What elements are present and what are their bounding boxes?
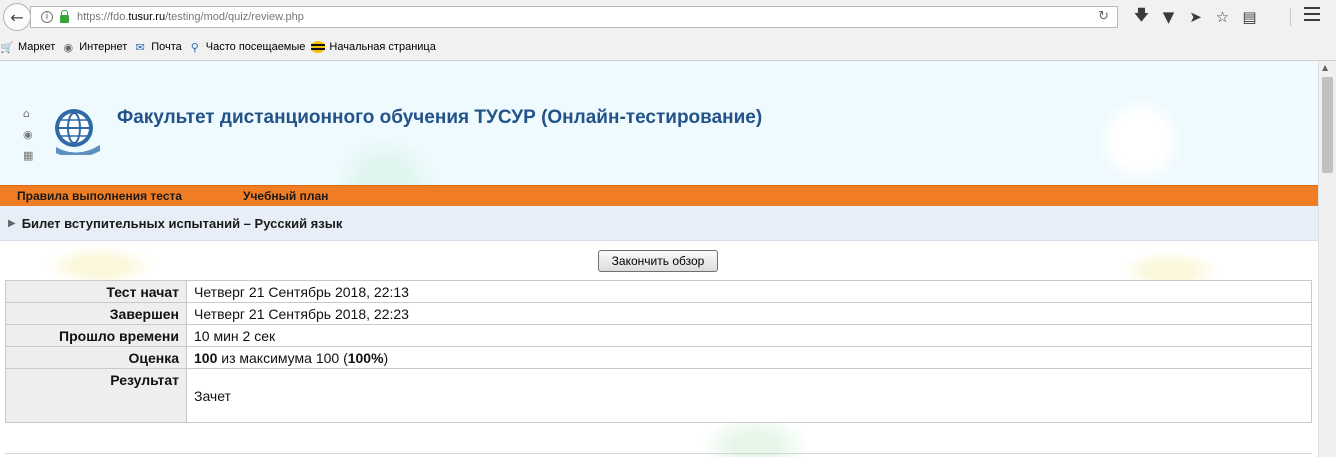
nav-bar: Правила выполнения теста Учебный план xyxy=(0,185,1318,206)
quiz-summary-table: Тест начат Четверг 21 Сентябрь 2018, 22:… xyxy=(5,280,1312,423)
summary-key: Результат xyxy=(5,368,187,423)
globe-icon: ◉ xyxy=(63,40,74,54)
triangle-right-icon: ▶ xyxy=(8,217,16,229)
finish-review-button[interactable]: Закончить обзор xyxy=(598,250,718,272)
site-title: Факультет дистанционного обучения ТУСУР … xyxy=(117,107,763,128)
grade-value: 100 из максимума 100 (100%) xyxy=(186,346,1312,369)
toolbar-separator xyxy=(1290,8,1291,26)
nav-rules-link[interactable]: Правила выполнения теста xyxy=(17,189,182,203)
info-icon[interactable]: i xyxy=(41,11,53,23)
scrollbar-thumb[interactable] xyxy=(1322,77,1333,173)
table-row: Результат Зачет xyxy=(5,368,1312,423)
page-content: ⌂ ◉ ▦ Факультет дистанционного обучения … xyxy=(0,61,1318,457)
summary-value: Четверг 21 Сентябрь 2018, 22:23 xyxy=(186,302,1312,325)
bookmark-label: Часто посещаемые xyxy=(205,41,306,53)
bookmark-internet[interactable]: ◉ Интернет xyxy=(61,40,127,54)
bookmark-label: Начальная страница xyxy=(329,41,436,53)
cart-icon: 🛒 xyxy=(0,40,14,54)
table-row: Прошло времени 10 мин 2 сек xyxy=(5,324,1312,347)
search-icon: ⚲ xyxy=(190,40,199,54)
pocket-icon[interactable]: ▼ xyxy=(1155,6,1182,28)
nav-plan-link[interactable]: Учебный план xyxy=(243,189,328,203)
summary-value: Четверг 21 Сентябрь 2018, 22:13 xyxy=(186,280,1312,303)
scroll-up-icon[interactable]: ▲ xyxy=(1322,63,1328,72)
mail-icon: ✉ xyxy=(135,40,145,54)
summary-key: Прошло времени xyxy=(5,324,187,347)
page-scrollbar[interactable]: ▲ xyxy=(1318,61,1336,457)
send-icon[interactable]: ➤ xyxy=(1182,6,1209,28)
summary-value: 10 мин 2 сек xyxy=(186,324,1312,347)
breadcrumb: ▶ Билет вступительных испытаний – Русски… xyxy=(0,206,1318,241)
summary-key: Завершен xyxy=(5,302,187,325)
star-icon[interactable]: ☆ xyxy=(1209,6,1236,28)
library-icon[interactable]: ▤ xyxy=(1236,6,1263,28)
grade-score: 100 xyxy=(194,349,218,366)
download-icon[interactable]: 🡇 xyxy=(1128,6,1155,28)
bookmark-label: Почта xyxy=(151,41,182,53)
sitemap-icon[interactable]: ▦ xyxy=(23,149,37,170)
grade-text: из максимума 100 ( xyxy=(217,349,348,366)
bookmark-label: Интернет xyxy=(79,41,128,53)
reload-icon[interactable]: ↻ xyxy=(1098,9,1109,24)
grade-percent: 100% xyxy=(347,349,384,366)
side-icons: ⌂ ◉ ▦ xyxy=(23,107,37,170)
table-row: Завершен Четверг 21 Сентябрь 2018, 22:23 xyxy=(5,302,1312,325)
bookmarks-bar: 🛒 Маркет ◉ Интернет ✉ Почта ⚲ Часто посе… xyxy=(0,34,1336,61)
question-box-edge xyxy=(5,453,1312,457)
arrow-left-icon: ← xyxy=(10,7,24,27)
bookmark-home[interactable]: Начальная страница xyxy=(311,40,436,54)
browser-toolbar: ← i https://fdo.tusur.ru/testing/mod/qui… xyxy=(0,0,1336,34)
site-header: ⌂ ◉ ▦ Факультет дистанционного обучения … xyxy=(0,61,1318,231)
table-row: Оценка 100 из максимума 100 (100%) xyxy=(5,346,1312,369)
toolbar-icons: 🡇 ▼ ➤ ☆ ▤ xyxy=(1128,6,1263,28)
lock-icon[interactable]: ◉ xyxy=(23,128,37,149)
grade-text-end: ) xyxy=(383,349,389,366)
breadcrumb-text: Билет вступительных испытаний – Русский … xyxy=(21,215,343,231)
decor-bubble xyxy=(1095,96,1185,186)
back-button[interactable]: ← xyxy=(3,3,31,31)
result-value: Зачет xyxy=(186,368,1312,423)
home-icon[interactable]: ⌂ xyxy=(23,107,37,128)
bookmark-mail[interactable]: ✉ Почта xyxy=(133,40,182,54)
address-bar[interactable]: i https://fdo.tusur.ru/testing/mod/quiz/… xyxy=(30,6,1118,28)
url-text: https://fdo.tusur.ru/testing/mod/quiz/re… xyxy=(77,11,304,23)
menu-icon[interactable] xyxy=(1304,7,1320,25)
summary-key: Оценка xyxy=(5,346,187,369)
bookmark-label: Маркет xyxy=(18,41,56,53)
lock-icon xyxy=(60,10,69,23)
bookmark-market[interactable]: 🛒 Маркет xyxy=(0,40,55,54)
table-row: Тест начат Четверг 21 Сентябрь 2018, 22:… xyxy=(5,280,1312,303)
globe-logo-icon xyxy=(55,109,100,155)
summary-key: Тест начат xyxy=(5,280,187,303)
bee-icon xyxy=(311,40,326,54)
bookmark-frequent[interactable]: ⚲ Часто посещаемые xyxy=(188,40,306,54)
